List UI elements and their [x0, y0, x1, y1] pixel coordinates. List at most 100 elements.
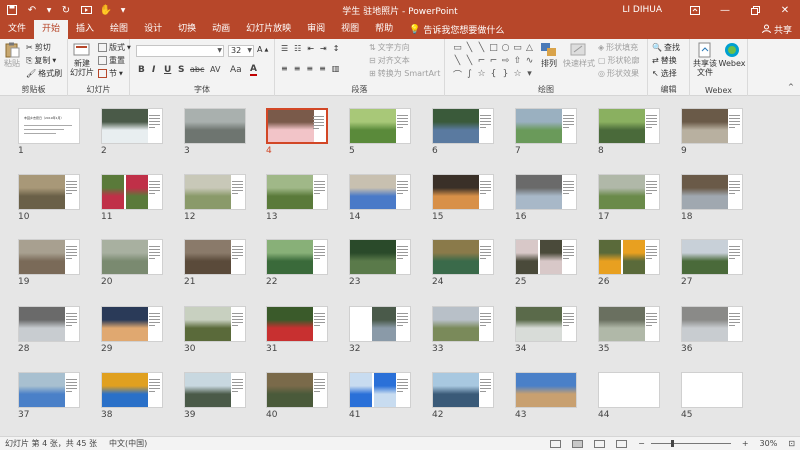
smartart-button[interactable]: ⊞ 转换为 SmartArt	[369, 68, 440, 79]
slide-thumbnail[interactable]	[681, 108, 743, 144]
slide-thumbnail[interactable]	[18, 306, 80, 342]
replace-button[interactable]: ⇄ 替换	[652, 55, 677, 66]
section-button[interactable]: 节 ▼	[98, 68, 123, 79]
tab-transitions[interactable]: 切换	[170, 20, 204, 39]
slide-thumbnail[interactable]	[184, 372, 246, 408]
slide-thumbnail[interactable]	[598, 306, 660, 342]
shape-rect-icon[interactable]: □	[488, 42, 499, 54]
slide-thumbnail[interactable]	[18, 239, 80, 275]
slide-thumbnail[interactable]	[515, 239, 577, 275]
shape-freeform-icon[interactable]: ∫	[464, 68, 475, 80]
slide-thumbnail[interactable]	[515, 306, 577, 342]
slide-thumbnail[interactable]	[598, 174, 660, 210]
shape-arrow-icon[interactable]: ⇨	[500, 55, 511, 67]
tell-me-search[interactable]: 💡 告诉我您想要做什么	[401, 20, 504, 39]
slide-thumbnail[interactable]	[349, 372, 411, 408]
quick-styles-button[interactable]: 快速样式	[562, 42, 596, 68]
share-button[interactable]: 共享	[761, 20, 792, 39]
tab-help[interactable]: 帮助	[367, 20, 401, 39]
strikethrough-button[interactable]: abc	[190, 65, 204, 74]
increase-indent-icon[interactable]: ⇥	[320, 44, 327, 53]
slide-thumbnail[interactable]	[349, 174, 411, 210]
shape-triangle-icon[interactable]: △	[524, 42, 535, 54]
font-color-button[interactable]: A	[250, 64, 257, 76]
slide-sorter[interactable]: 丰园乡志愿日（2019年1月） 1 2 3 4 5 6 7 8 9 10 11 12 13 14 15 16 17…	[0, 96, 800, 436]
webex-button[interactable]: Webex	[718, 42, 746, 68]
ribbon-display-icon[interactable]	[680, 0, 710, 20]
slide-thumbnail[interactable]	[101, 372, 163, 408]
shape-line-icon[interactable]: ╲	[476, 42, 487, 54]
slide-thumbnail[interactable]	[266, 108, 328, 144]
zoom-out-button[interactable]: −	[638, 439, 645, 448]
slide-thumbnail[interactable]	[432, 306, 494, 342]
slide-thumbnail[interactable]	[266, 174, 328, 210]
close-icon[interactable]: ✕	[770, 0, 800, 20]
layout-button[interactable]: 版式 ▼	[98, 42, 131, 53]
shape-brace-icon[interactable]: }	[500, 68, 511, 80]
shape-connector-icon[interactable]: ⌐	[488, 55, 499, 67]
tab-animations[interactable]: 动画	[204, 20, 238, 39]
slide-thumbnail[interactable]	[266, 306, 328, 342]
slide-thumbnail[interactable]	[349, 306, 411, 342]
minimize-icon[interactable]: —	[710, 0, 740, 20]
shape-curve-icon[interactable]: ∿	[524, 55, 535, 67]
touch-mode-icon[interactable]: ✋	[100, 4, 112, 16]
tab-home[interactable]: 开始	[34, 20, 69, 39]
shape-outline-button[interactable]: ▢ 形状轮廓	[598, 55, 640, 66]
slide-thumbnail[interactable]	[349, 108, 411, 144]
slide-thumbnail[interactable]	[515, 108, 577, 144]
find-button[interactable]: 🔍 查找	[652, 42, 680, 53]
paste-button[interactable]: 粘贴	[3, 42, 21, 68]
slideshow-view-icon[interactable]	[616, 439, 628, 448]
shape-line-icon[interactable]: ╲	[464, 42, 475, 54]
columns-icon[interactable]: ▥	[332, 64, 340, 73]
slide-thumbnail[interactable]: 丰园乡志愿日（2019年1月）	[18, 108, 80, 144]
bullets-icon[interactable]: ☰	[281, 44, 288, 53]
slide-thumbnail[interactable]	[184, 306, 246, 342]
slide-thumbnail[interactable]	[101, 239, 163, 275]
from-beginning-icon[interactable]	[80, 4, 92, 16]
slide-thumbnail[interactable]	[101, 306, 163, 342]
char-spacing-button[interactable]: AV	[210, 65, 220, 74]
text-direction-button[interactable]: ⇅ 文字方向	[369, 42, 410, 53]
font-name-combo[interactable]: ▼	[136, 45, 224, 57]
slide-thumbnail[interactable]	[598, 372, 660, 408]
font-size-combo[interactable]: 32 ▼	[228, 45, 254, 57]
tab-design[interactable]: 设计	[136, 20, 170, 39]
restore-icon[interactable]	[740, 0, 770, 20]
decrease-indent-icon[interactable]: ⇤	[307, 44, 314, 53]
shape-curve-icon[interactable]: ⌒	[452, 68, 463, 81]
slide-thumbnail[interactable]	[515, 174, 577, 210]
tab-review[interactable]: 审阅	[299, 20, 333, 39]
shadow-button[interactable]: S	[178, 65, 184, 75]
align-text-button[interactable]: ⊟ 对齐文本	[369, 55, 410, 66]
slide-thumbnail[interactable]	[681, 239, 743, 275]
slide-thumbnail[interactable]	[349, 239, 411, 275]
gallery-more-icon[interactable]: ▾	[524, 68, 535, 80]
shape-star-icon[interactable]: ☆	[476, 68, 487, 80]
align-right-icon[interactable]: ≡	[306, 64, 313, 73]
fit-window-icon[interactable]: ⊡	[788, 439, 795, 448]
user-name[interactable]: LI DIHUA	[622, 5, 662, 15]
select-button[interactable]: ↖ 选择	[652, 68, 677, 79]
slide-thumbnail[interactable]	[184, 174, 246, 210]
shape-line-icon[interactable]: ╲	[464, 55, 475, 67]
zoom-slider-thumb[interactable]	[670, 440, 674, 447]
slide-thumbnail[interactable]	[598, 108, 660, 144]
customize-qat-icon[interactable]: ▼	[120, 4, 126, 16]
shape-oval-icon[interactable]: ○	[500, 42, 511, 54]
shape-effects-button[interactable]: ◎ 形状效果	[598, 68, 639, 79]
slide-thumbnail[interactable]	[266, 372, 328, 408]
redo-icon[interactable]: ↻	[60, 4, 72, 16]
language-status[interactable]: 中文(中国)	[109, 438, 147, 449]
slide-thumbnail[interactable]	[101, 174, 163, 210]
slide-thumbnail[interactable]	[432, 108, 494, 144]
slide-thumbnail[interactable]	[18, 174, 80, 210]
align-left-icon[interactable]: ≡	[281, 64, 288, 73]
slide-thumbnail[interactable]	[184, 108, 246, 144]
zoom-slider[interactable]	[650, 440, 731, 447]
shape-brace-icon[interactable]: {	[488, 68, 499, 80]
slide-thumbnail[interactable]	[184, 239, 246, 275]
slide-thumbnail[interactable]	[432, 372, 494, 408]
copy-button[interactable]: ⎘ 复制 ▼	[26, 55, 56, 66]
